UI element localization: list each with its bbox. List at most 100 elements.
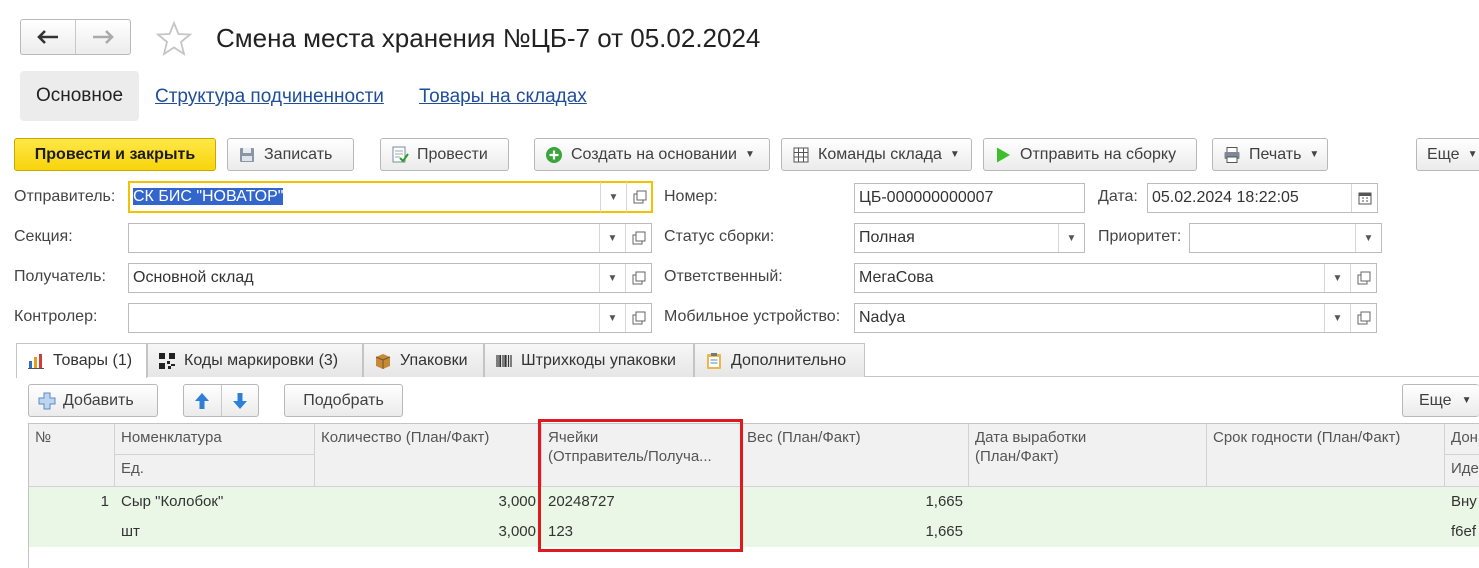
date-label: Дата:	[1098, 188, 1138, 205]
section-label: Секция:	[14, 228, 73, 245]
warehouse-icon	[792, 146, 810, 164]
row-production-date-fact[interactable]	[969, 517, 1207, 547]
post-and-close-button[interactable]: Провести и закрыть	[14, 138, 216, 171]
open-icon[interactable]	[1350, 264, 1376, 292]
responsible-label: Ответственный:	[664, 268, 783, 285]
col-header-production-date-line2: (План/Факт)	[975, 448, 1059, 465]
dropdown-arrow-icon[interactable]: ▼	[1058, 224, 1084, 252]
create-based-on-button[interactable]: Создать на основании ▼	[534, 138, 770, 171]
col-header-weight[interactable]: Вес (План/Факт)	[741, 424, 969, 487]
open-icon[interactable]	[625, 224, 651, 252]
tab-package-barcodes-label: Штрихкоды упаковки	[521, 351, 676, 369]
controller-field[interactable]: ▼	[128, 303, 652, 333]
col-header-production-date[interactable]: Дата выработки (План/Факт)	[969, 424, 1207, 487]
row-production-date-plan[interactable]	[969, 487, 1207, 517]
col-header-num[interactable]: №	[29, 424, 115, 487]
open-icon[interactable]	[1350, 304, 1376, 332]
receiver-value: Основной склад	[133, 269, 254, 286]
tab-additional[interactable]: Дополнительно	[694, 343, 865, 377]
row-quantity-plan[interactable]: 3,000	[315, 487, 542, 517]
add-button[interactable]: Добавить	[28, 384, 158, 417]
dropdown-arrow-icon[interactable]: ▼	[1355, 224, 1381, 252]
receiver-field[interactable]: Основной склад ▼	[128, 263, 652, 293]
dropdown-arrow-icon[interactable]: ▼	[1324, 264, 1350, 292]
table-more-button[interactable]: Еще ▼	[1402, 384, 1479, 417]
send-to-assembly-label: Отправить на сборку	[1020, 145, 1177, 163]
open-icon[interactable]	[625, 264, 651, 292]
open-icon[interactable]	[625, 304, 651, 332]
assembly-status-field[interactable]: Полная ▼	[854, 223, 1085, 253]
row-shelf-life-plan[interactable]	[1207, 487, 1445, 517]
dropdown-arrow-icon[interactable]: ▼	[599, 304, 625, 332]
section-structure-link[interactable]: Структура подчиненности	[155, 86, 384, 108]
arrow-up-icon	[195, 392, 210, 409]
responsible-field[interactable]: МегаСова ▼	[854, 263, 1377, 293]
priority-label: Приоритет:	[1098, 228, 1182, 245]
nav-buttons	[20, 19, 131, 55]
send-to-assembly-button[interactable]: Отправить на сборку	[983, 138, 1197, 171]
sender-label: Отправитель:	[14, 188, 116, 205]
row-extra-sub[interactable]: f6ef	[1445, 517, 1479, 547]
tab-packages[interactable]: Упаковки	[363, 343, 484, 377]
row-shelf-life-fact[interactable]	[1207, 517, 1445, 547]
sender-value: СК БИС "НОВАТОР"	[133, 188, 284, 205]
assembly-status-label: Статус сборки:	[664, 228, 775, 245]
col-header-extra[interactable]: Дон	[1445, 424, 1479, 455]
post-and-close-label: Провести и закрыть	[34, 145, 196, 163]
barcode-icon	[495, 352, 513, 370]
star-icon[interactable]	[155, 20, 193, 65]
col-header-extra-sub[interactable]: Иде	[1445, 455, 1479, 487]
printer-icon	[1223, 146, 1241, 164]
responsible-value: МегаСова	[859, 269, 934, 286]
dropdown-arrow-icon[interactable]: ▼	[1324, 304, 1350, 332]
chart-icon	[27, 352, 45, 370]
post-button[interactable]: Провести	[380, 138, 509, 171]
print-button[interactable]: Печать ▼	[1212, 138, 1328, 171]
col-header-unit[interactable]: Ед.	[115, 455, 315, 487]
col-header-nomenclature[interactable]: Номенклатура	[115, 424, 315, 455]
back-button[interactable]	[21, 20, 75, 54]
col-header-quantity[interactable]: Количество (План/Факт)	[315, 424, 542, 487]
number-value: ЦБ-000000000007	[859, 189, 994, 206]
tab-goods-label: Товары (1)	[53, 352, 133, 369]
pick-button[interactable]: Подобрать	[284, 384, 403, 417]
move-up-button[interactable]	[184, 392, 221, 410]
dropdown-arrow-icon[interactable]: ▼	[599, 264, 625, 292]
section-stock-link[interactable]: Товары на складах	[419, 86, 587, 108]
date-field[interactable]: 05.02.2024 18:22:05	[1147, 183, 1378, 213]
warehouse-commands-button[interactable]: Команды склада ▼	[781, 138, 972, 171]
move-down-button[interactable]	[222, 392, 259, 410]
col-header-shelf-life[interactable]: Срок годности (План/Факт)	[1207, 424, 1445, 487]
row-weight-plan[interactable]: 1,665	[741, 487, 969, 517]
warehouse-commands-label: Команды склада	[818, 145, 942, 163]
mobile-device-field[interactable]: Nadya ▼	[854, 303, 1377, 333]
arrow-right-icon	[93, 30, 114, 44]
forward-button[interactable]	[75, 20, 130, 54]
priority-field[interactable]: ▼	[1189, 223, 1382, 253]
page-title: Смена места хранения №ЦБ-7 от 05.02.2024	[216, 23, 761, 53]
dropdown-arrow-icon[interactable]: ▼	[600, 182, 626, 212]
row-weight-fact[interactable]: 1,665	[741, 517, 969, 547]
number-field[interactable]: ЦБ-000000000007	[854, 183, 1085, 213]
row-extra[interactable]: Вну	[1445, 487, 1479, 517]
tab-package-barcodes[interactable]: Штрихкоды упаковки	[484, 343, 694, 377]
assembly-status-value: Полная	[859, 229, 915, 246]
tab-marking-codes[interactable]: Коды маркировки (3)	[147, 343, 363, 377]
row-unit[interactable]: шт	[115, 517, 315, 547]
chevron-down-icon: ▼	[1309, 149, 1320, 160]
row-quantity-fact[interactable]: 3,000	[315, 517, 542, 547]
create-based-on-label: Создать на основании	[571, 145, 737, 163]
sender-field[interactable]: СК БИС "НОВАТОР" ▼	[128, 181, 653, 213]
more-button[interactable]: Еще ▼	[1416, 138, 1479, 171]
section-main[interactable]: Основное	[20, 71, 139, 121]
save-button[interactable]: Записать	[227, 138, 354, 171]
row-num[interactable]: 1	[29, 487, 115, 517]
section-field[interactable]: ▼	[128, 223, 652, 253]
dropdown-arrow-icon[interactable]: ▼	[599, 224, 625, 252]
tab-goods[interactable]: Товары (1)	[16, 343, 147, 378]
move-buttons	[183, 384, 259, 417]
post-label: Провести	[417, 145, 488, 163]
calendar-icon[interactable]	[1351, 184, 1377, 212]
open-icon[interactable]	[626, 182, 652, 212]
row-nomenclature[interactable]: Сыр "Колобок"	[115, 487, 315, 517]
